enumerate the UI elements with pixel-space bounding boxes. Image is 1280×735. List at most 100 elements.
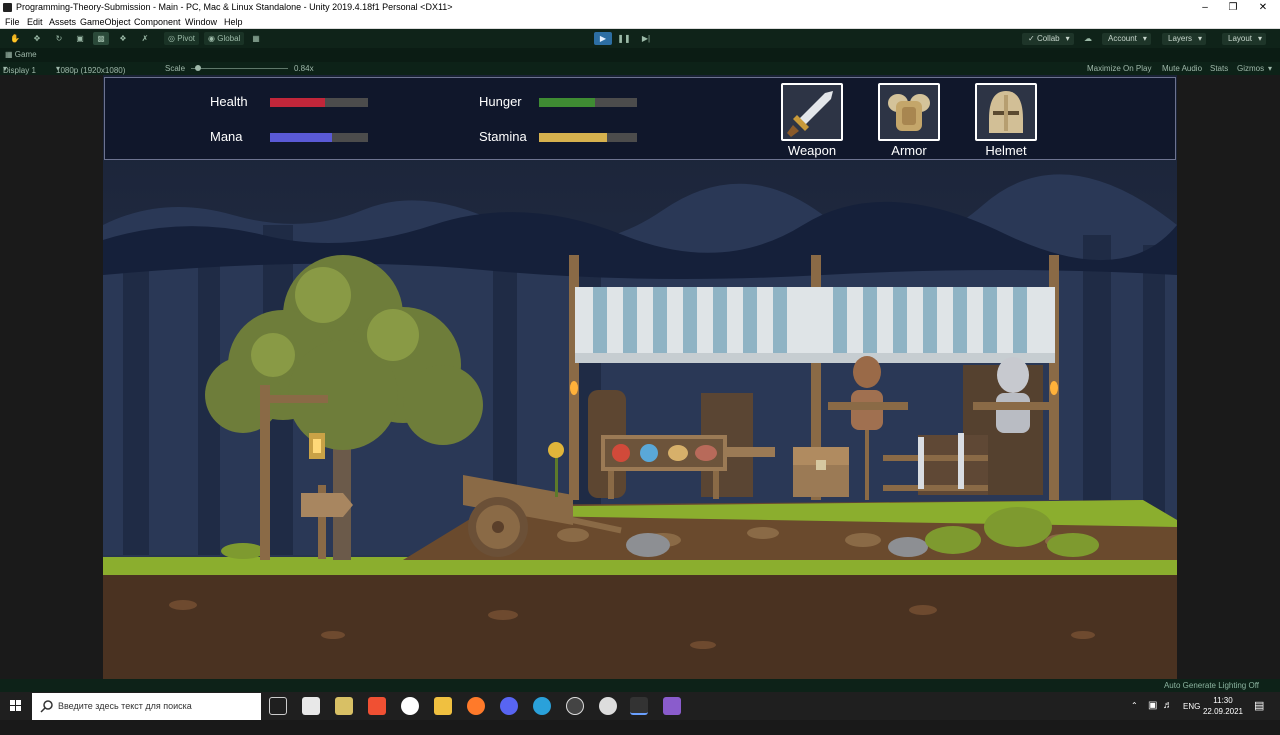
github-icon[interactable] [401,697,419,715]
game-scene [103,75,1177,679]
hud-panel: Health Mana Hunger Stamina Weapon Armor … [104,77,1176,160]
search-placeholder: Введите здесь текст для поиска [58,701,192,711]
minimize-button[interactable]: – [1190,0,1220,15]
collab-dropdown[interactable]: ✓ Collab [1022,33,1074,45]
lighting-status: Auto Generate Lighting Off [1163,681,1259,690]
hunger-bar-fill [539,98,595,107]
helmet-slot[interactable] [975,83,1037,141]
layout-dropdown[interactable]: Layout [1222,33,1267,45]
custom-tool-icon[interactable]: ✗ [137,32,153,45]
status-bar: Auto Generate Lighting Off [0,679,1280,692]
git-icon[interactable] [368,697,386,715]
gizmos-arrow-icon[interactable]: ▾ [1268,64,1272,73]
resolution-label: 1080p (1920x1080) [56,66,126,75]
mute-audio-toggle[interactable]: Mute Audio [1162,64,1202,73]
scale-value: 0.84x [294,64,314,73]
start-button[interactable] [0,692,32,720]
health-label: Health [210,94,248,109]
hand-tool-icon[interactable]: ✋ [7,32,23,45]
menu-file[interactable]: File [5,17,20,27]
stamina-label: Stamina [479,129,527,144]
helmet-label: Helmet [985,143,1027,158]
pivot-icon: ◎ [168,34,175,43]
menu-bar: File Edit Assets GameObject Component Wi… [0,15,1280,29]
move-tool-icon[interactable]: ✥ [29,32,45,45]
unity-editor-icon[interactable] [630,697,648,715]
hunger-label: Hunger [479,94,522,109]
game-view-toolbar: Display 1 ▾ 1080p (1920x1080) ▾ Scale 0.… [0,62,1280,75]
play-button[interactable]: ▶ [594,32,612,45]
visual-studio-icon[interactable] [663,697,681,715]
stamina-bar [539,133,637,142]
global-label: Global [217,34,241,43]
media-app-icon[interactable] [335,697,353,715]
maximize-button[interactable]: ❐ [1218,0,1248,15]
unity-hub-icon[interactable] [599,697,617,715]
menu-edit[interactable]: Edit [27,17,43,27]
menu-help[interactable]: Help [224,17,243,27]
scale-tool-icon[interactable]: ▣ [72,32,88,45]
resolution-dropdown[interactable]: 1080p (1920x1080) ▾ [56,64,125,75]
weapon-label: Weapon [787,143,837,158]
sword-icon [787,91,833,137]
account-dropdown[interactable]: Account [1102,33,1151,45]
window-titlebar: Programming-Theory-Submission - Main - P… [0,0,1280,15]
maximize-on-play-toggle[interactable]: Maximize On Play [1087,64,1151,73]
store-icon[interactable] [302,697,320,715]
menu-gameobject[interactable]: GameObject [80,17,131,27]
search-icon [40,700,53,713]
task-view-icon[interactable] [269,697,287,715]
window-title: Programming-Theory-Submission - Main - P… [16,2,453,12]
transform-tool-icon[interactable]: ❖ [115,32,131,45]
firefox-icon[interactable] [467,697,485,715]
rect-tool-icon[interactable]: ▩ [93,32,109,45]
display-dropdown[interactable]: Display 1 ▾ [3,64,36,75]
stamina-bar-fill [539,133,607,142]
network-icon[interactable]: ▣ [1148,700,1157,728]
gizmos-dropdown[interactable]: Gizmos [1237,64,1264,73]
weapon-slot[interactable] [781,83,843,141]
grid-snap-icon[interactable]: ▦ [248,32,264,45]
helmet-icon [989,91,1023,133]
tray-chevron-icon[interactable]: ⌃ [1131,701,1138,729]
menu-window[interactable]: Window [185,17,217,27]
global-toggle[interactable]: ◉ Global [204,32,245,45]
armor-slot[interactable] [878,83,940,141]
scale-label: Scale [165,64,186,73]
notifications-icon[interactable]: ▤ [1254,699,1264,727]
language-indicator[interactable]: ENG [1183,702,1200,730]
rotate-tool-icon[interactable]: ↻ [51,32,67,45]
game-tab-label: Game [14,50,37,59]
mana-label: Mana [210,129,243,144]
mana-bar-fill [270,133,332,142]
scale-slider-track[interactable] [191,68,288,69]
discord-icon[interactable] [500,697,518,715]
obs-icon[interactable] [566,697,584,715]
armor-label: Armor [891,143,927,158]
game-view[interactable]: Health Mana Hunger Stamina Weapon Armor … [103,75,1177,679]
health-bar [270,98,368,107]
unity-logo-icon [3,3,12,12]
health-bar-fill [270,98,325,107]
menu-component[interactable]: Component [134,17,181,27]
step-button[interactable]: ▶| [638,32,654,45]
cloud-icon[interactable]: ☁ [1080,32,1096,45]
pause-button[interactable]: ❚❚ [616,32,632,45]
telegram-icon[interactable] [533,697,551,715]
volume-icon[interactable]: ♬ [1163,700,1173,728]
stats-toggle[interactable]: Stats [1210,64,1228,73]
clock-date[interactable]: 22.09.2021 [1202,707,1244,735]
menu-assets[interactable]: Assets [49,17,76,27]
close-button[interactable]: ✕ [1248,0,1278,15]
tab-game[interactable]: ▦ Game [5,50,37,59]
collab-label: Collab [1036,34,1060,43]
layers-dropdown[interactable]: Layers [1162,33,1207,45]
main-toolbar: ✋ ✥ ↻ ▣ ▩ ❖ ✗ ◎ Pivot ◉ Global ▦ ▶ ❚❚ ▶|… [0,29,1280,48]
file-explorer-icon[interactable] [434,697,452,715]
pivot-toggle[interactable]: ◎ Pivot [164,32,200,45]
game-icon: ▦ [5,50,13,59]
globe-icon: ◉ [208,34,215,43]
display-label: Display 1 [3,66,36,75]
taskbar-search[interactable]: Введите здесь текст для поиска [32,693,261,720]
scale-slider-handle[interactable] [194,65,201,71]
